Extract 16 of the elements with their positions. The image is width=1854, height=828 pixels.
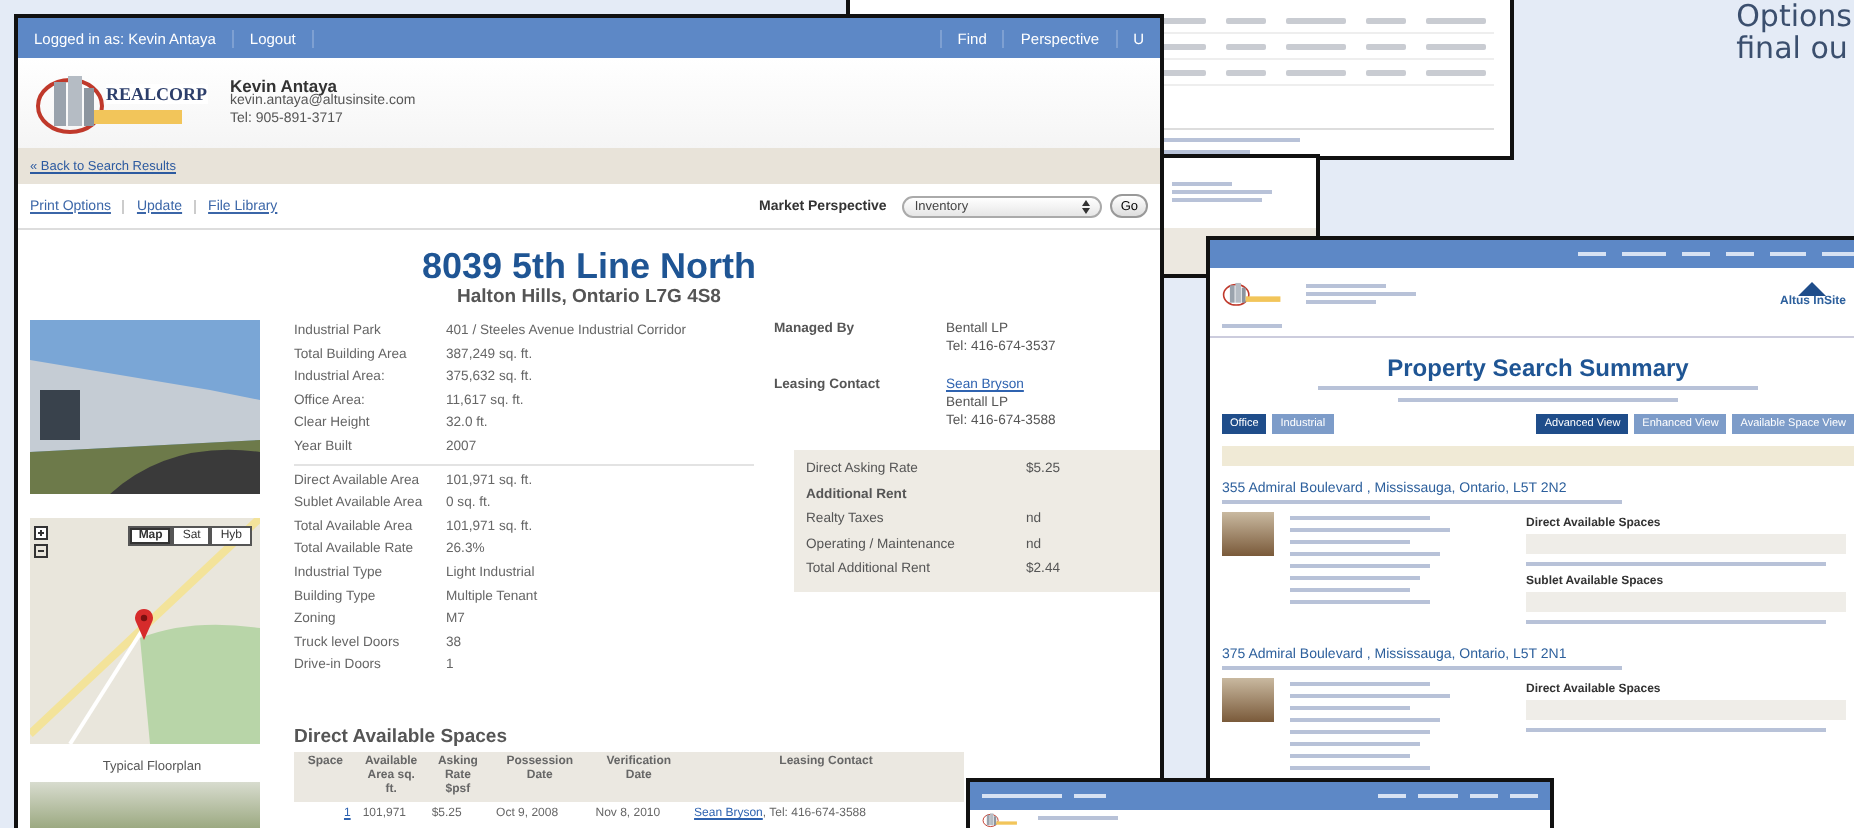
slide-text: final ou <box>1736 32 1848 64</box>
user-name: Kevin Antaya <box>230 77 338 95</box>
property-address: Halton Hills, Ontario L7G 4S8 <box>455 286 723 308</box>
section-heading: Direct Available Spaces <box>294 725 509 748</box>
zoom-controls-icon[interactable] <box>34 526 48 558</box>
building-photo-placeholder <box>1222 678 1274 722</box>
logo-text: REALCORP <box>106 83 208 103</box>
building-photo-placeholder <box>1222 512 1274 556</box>
logo-drawing <box>982 812 1018 828</box>
slide-text: Options <box>1736 0 1852 32</box>
summary-title: Property Search Summary <box>1385 354 1691 382</box>
triangle-logo-icon <box>1798 281 1827 295</box>
up-down-arrows-icon <box>1082 199 1091 213</box>
map-drawing[interactable] <box>30 518 260 744</box>
map-pin-icon <box>134 608 154 640</box>
property-title: 8039 5th Line North <box>419 246 759 286</box>
